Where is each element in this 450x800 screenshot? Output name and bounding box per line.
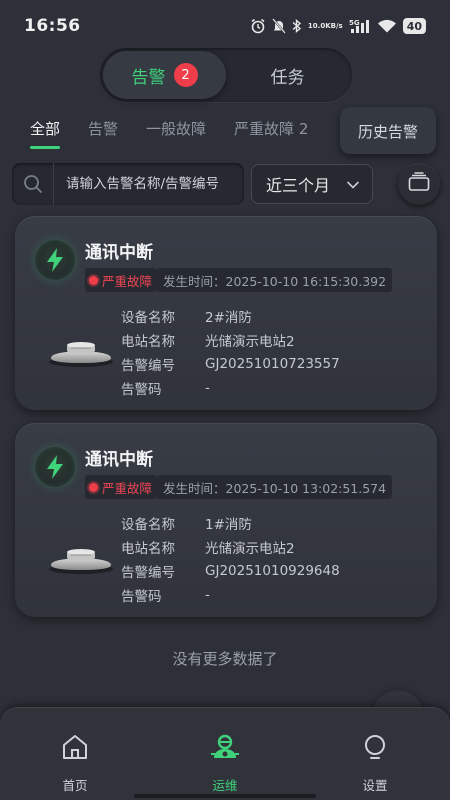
occurrence-time: 发生时间：2025-10-10 13:02:51.574	[157, 475, 393, 499]
device-name-label: 设备名称	[121, 517, 175, 533]
battery-icon: 40	[402, 18, 426, 34]
wifi-icon	[377, 18, 397, 34]
tab-tasks[interactable]: 任务	[226, 51, 349, 99]
alarm-details: 设备名称 1#消防 电站名称 光储演示电站2 告警编号 GJ2025101092964…	[121, 511, 340, 607]
home-icon	[61, 733, 89, 761]
nav-home[interactable]: 首页	[0, 707, 150, 800]
alarm-number-label: 告警编号	[121, 358, 175, 374]
status-bar: 16:56 10.0 KB/s 5G 40	[0, 0, 450, 52]
mute-bell-icon	[272, 18, 286, 34]
alarm-count-badge: 2	[173, 63, 198, 87]
alarm-clock-icon	[250, 18, 266, 34]
nav-settings[interactable]: 设置	[300, 707, 450, 800]
lightning-icon	[35, 240, 75, 280]
alarm-code-label: 告警码	[121, 382, 162, 398]
nav-settings-label: 设置	[362, 778, 388, 793]
header-segmented-tabs: 告警 2 任务	[100, 48, 352, 102]
nav-maintenance[interactable]: 运维	[150, 707, 300, 800]
bluetooth-icon	[292, 18, 302, 34]
maintenance-icon	[210, 733, 240, 761]
lightning-icon	[35, 447, 75, 487]
alarm-card[interactable]: 通讯中断 严重故障 发生时间：2025-10-10 13:02:51.574 设…	[15, 423, 437, 617]
tab-alarms-label: 告警	[131, 67, 166, 88]
device-name-label: 设备名称	[121, 310, 175, 326]
severity-label: 严重故障	[102, 273, 153, 289]
alarm-code-value: -	[205, 587, 210, 603]
alarm-details: 设备名称 2#消防 电站名称 光储演示电站2 告警编号 GJ2025101072355…	[121, 304, 340, 400]
device-name-value: 2#消防	[205, 310, 252, 326]
severity-badge: 严重故障	[85, 268, 158, 292]
settings-bulb-icon	[361, 733, 389, 761]
alarm-code-label: 告警码	[121, 589, 162, 605]
alarm-card[interactable]: 通讯中断 严重故障 发生时间：2025-10-10 16:15:30.392 设…	[15, 216, 437, 410]
alarm-number-value: GJ20251010929648	[205, 563, 340, 579]
alarm-number-value: GJ20251010723557	[205, 356, 340, 372]
cell-signal-icon: 5G	[349, 18, 371, 34]
filter-tabs: 全部 告警 一般故障 严重故障 2	[16, 112, 322, 149]
filter-all[interactable]: 全部	[16, 112, 74, 149]
severity-dot-icon	[89, 482, 98, 492]
device-name-value: 1#消防	[205, 517, 252, 533]
no-more-data-text: 没有更多数据了	[172, 650, 278, 668]
search-icon[interactable]	[12, 163, 54, 205]
station-name-value: 光储演示电站2	[205, 541, 295, 557]
smoke-detector-icon	[47, 545, 115, 575]
smoke-detector-icon	[47, 338, 115, 368]
filter-alarm[interactable]: 告警	[74, 112, 132, 149]
layers-icon	[408, 172, 430, 196]
tab-tasks-label: 任务	[270, 67, 305, 88]
alarm-number-label: 告警编号	[121, 565, 175, 581]
severity-label: 严重故障	[102, 480, 153, 496]
search-box	[12, 163, 244, 205]
network-speed: 10.0 KB/s	[307, 21, 343, 30]
status-time: 16:56	[24, 16, 81, 36]
nav-home-label: 首页	[62, 778, 88, 793]
station-name-label: 电站名称	[121, 541, 175, 557]
filter-general-fault[interactable]: 一般故障	[132, 112, 220, 149]
severity-badge: 严重故障	[85, 475, 158, 499]
svg-text:5G: 5G	[349, 19, 360, 27]
history-alarms-button[interactable]: 历史告警	[340, 108, 436, 154]
chevron-down-icon	[346, 175, 360, 194]
time-range-select[interactable]: 近三个月	[251, 164, 373, 204]
station-name-value: 光储演示电站2	[205, 334, 295, 350]
occurrence-time: 发生时间：2025-10-10 16:15:30.392	[157, 268, 393, 292]
search-input[interactable]	[54, 176, 239, 192]
home-indicator	[134, 794, 316, 798]
layers-button[interactable]	[398, 163, 440, 205]
nav-maintenance-label: 运维	[212, 778, 238, 793]
severity-dot-icon	[89, 275, 98, 285]
tab-alarms[interactable]: 告警 2	[103, 51, 226, 99]
status-icons: 10.0 KB/s 5G 40	[250, 18, 426, 34]
filter-severe-fault[interactable]: 严重故障 2	[220, 112, 322, 149]
time-range-value: 近三个月	[266, 176, 331, 195]
alarm-code-value: -	[205, 380, 210, 396]
bottom-navigation: 首页 运维 设置	[0, 707, 450, 800]
station-name-label: 电站名称	[121, 334, 175, 350]
alarm-title: 通讯中断	[85, 243, 153, 263]
alarm-title: 通讯中断	[85, 450, 153, 470]
